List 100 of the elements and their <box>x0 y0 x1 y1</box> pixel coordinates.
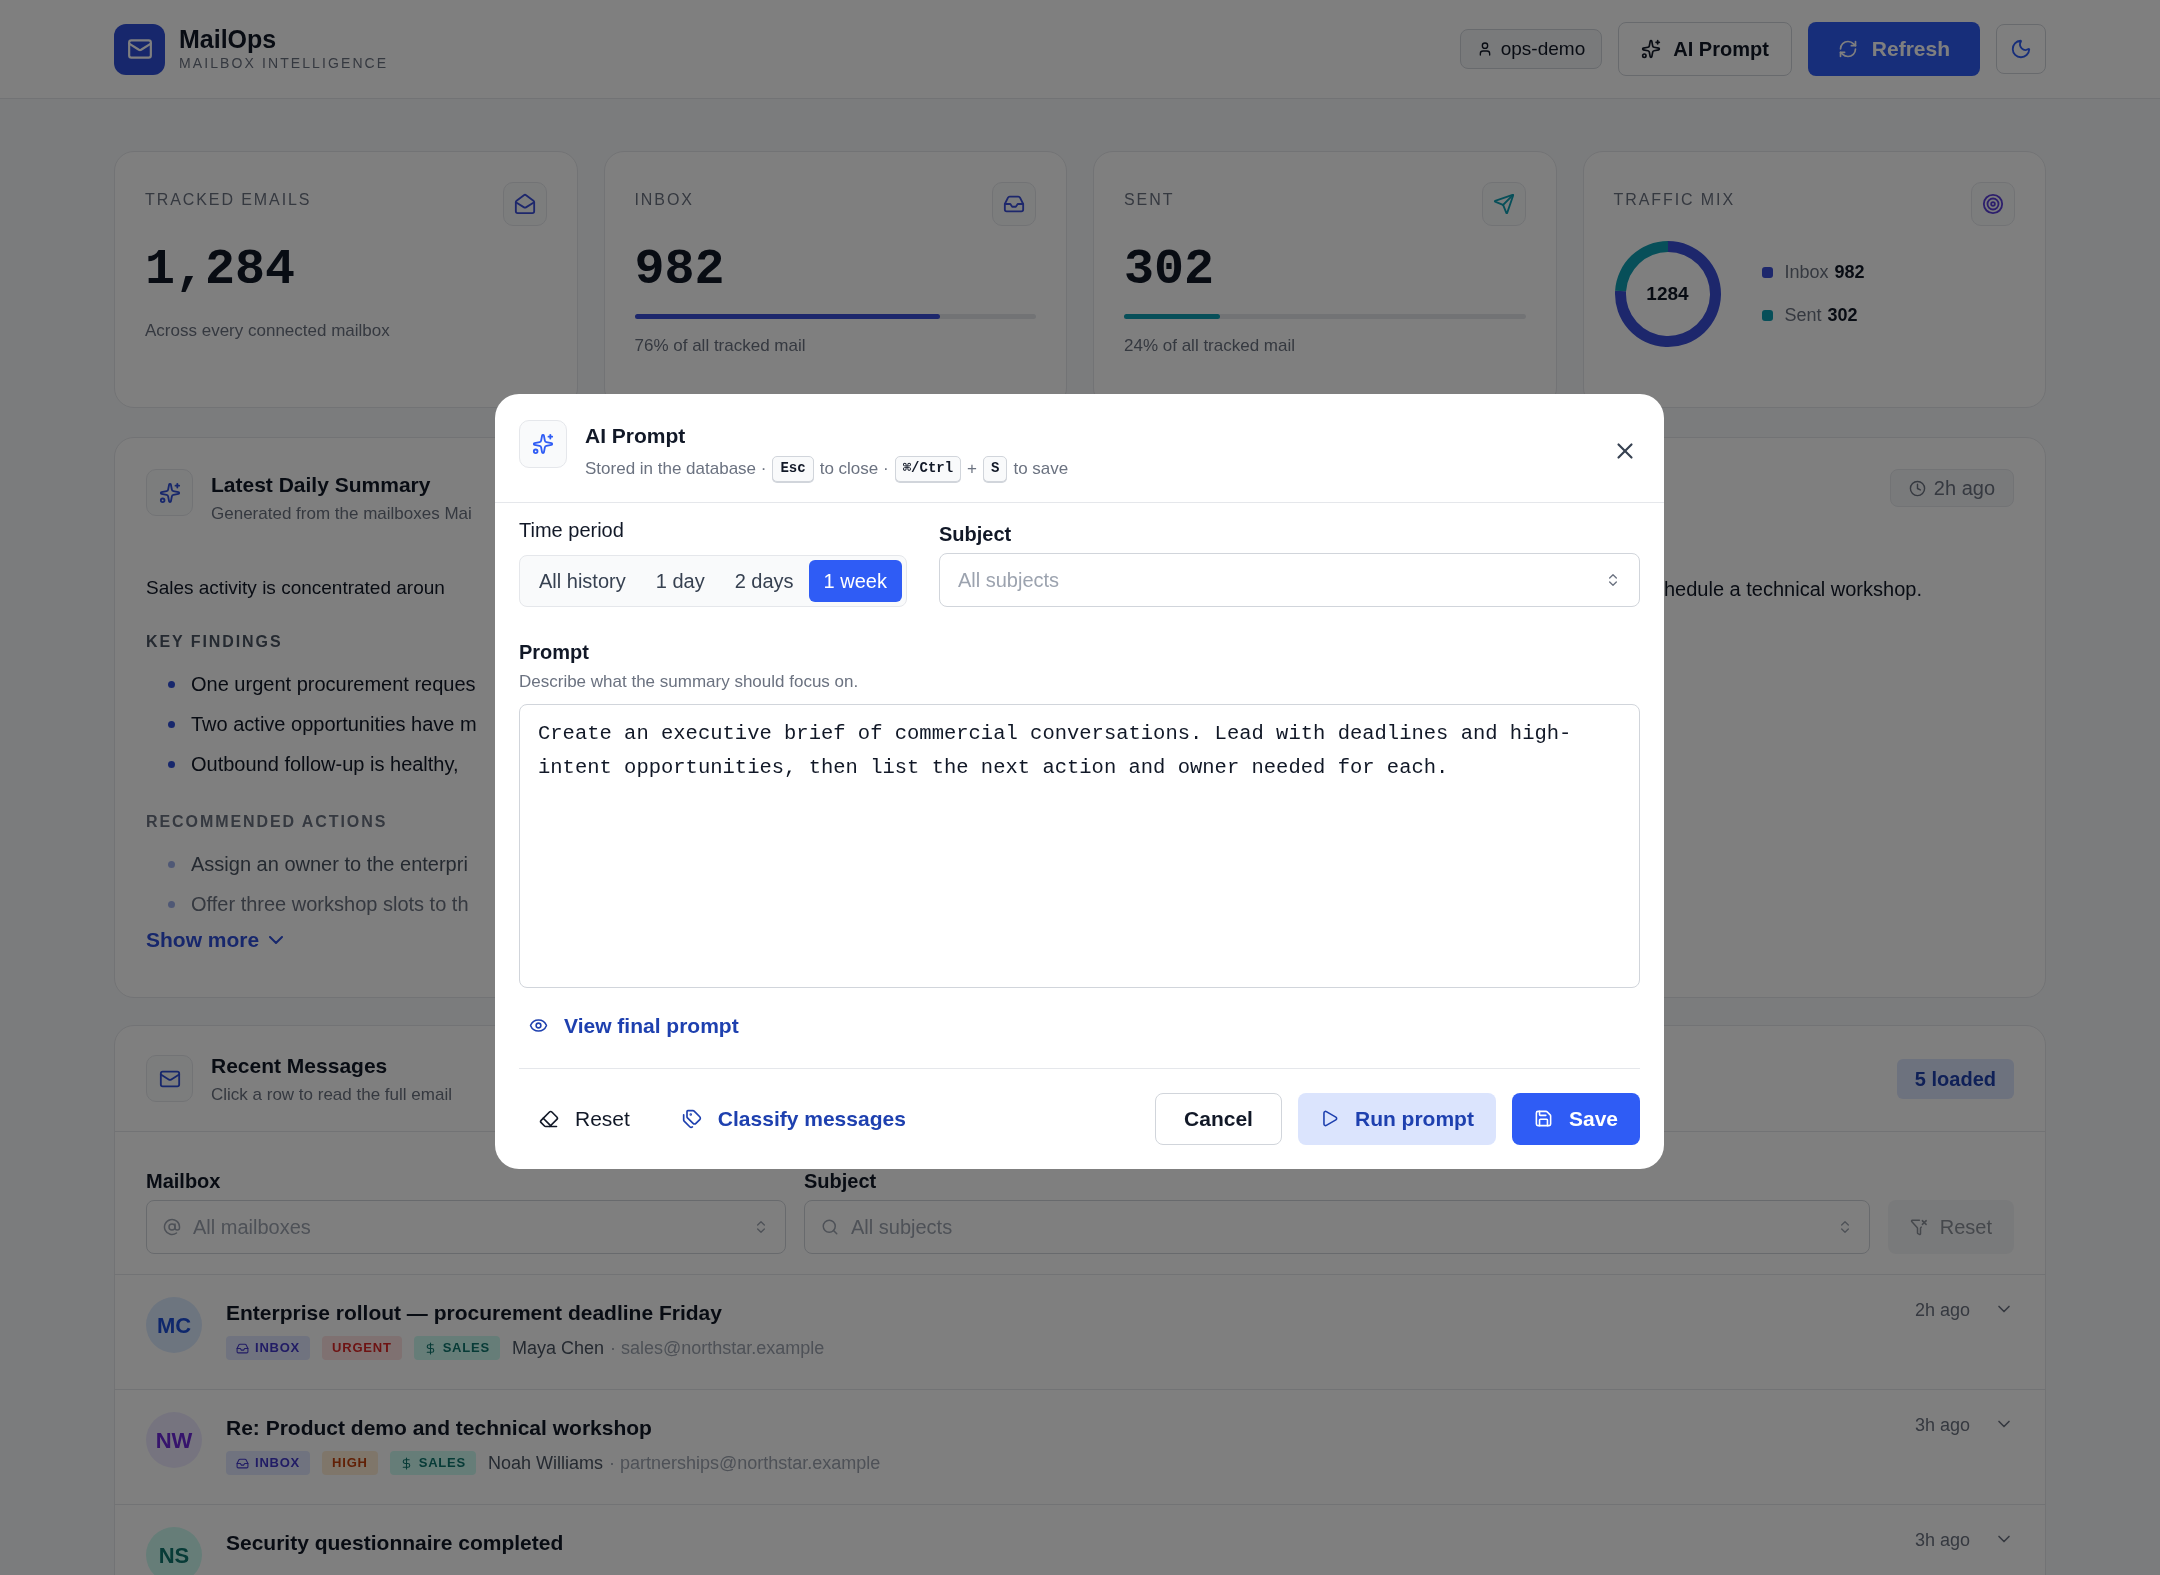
period-option[interactable]: 2 days <box>719 559 809 602</box>
field-hint: Describe what the summary should focus on. <box>519 670 860 693</box>
logo-icon <box>114 23 165 75</box>
user-chip[interactable]: ops-demo <box>1459 29 1603 69</box>
clock-icon <box>1908 479 1926 497</box>
show-more-link[interactable]: Show more <box>146 924 284 956</box>
summary-subtitle: Generated from the mailboxes Mai <box>211 502 472 525</box>
stat-label: TRAFFIC MIX <box>1613 190 1736 210</box>
message-subject: Security questionnaire completed <box>226 1530 564 1556</box>
legend-label: Inbox <box>1784 261 1829 284</box>
key-hint: ⌘/Ctrl <box>894 455 962 482</box>
chevron-icon <box>269 935 284 944</box>
key-hint: Esc <box>772 455 814 482</box>
moon-icon <box>2010 38 2032 60</box>
count-badge: 5 loaded <box>1896 1058 2014 1099</box>
summary-text: hedule a technical workshop. <box>1664 577 1923 602</box>
target-icon <box>1982 193 2004 215</box>
stat-caption: Across every connected mailbox <box>145 320 391 342</box>
ai-prompt-button[interactable]: AI Prompt <box>1618 22 1792 76</box>
refresh-button[interactable]: Refresh <box>1807 22 1980 76</box>
dialog-hint: + <box>967 457 978 480</box>
inbox-icon <box>236 1341 249 1355</box>
field-label: Subject <box>804 1169 878 1194</box>
stat-caption: 76% of all tracked mail <box>634 335 807 357</box>
reset-button[interactable]: Reset <box>519 1092 650 1145</box>
tag: SALES <box>389 1451 476 1475</box>
panel-subtitle: Click a row to read the full email <box>211 1083 452 1106</box>
dialog-title: AI Prompt <box>585 423 687 449</box>
legend-value: 302 <box>1827 304 1858 327</box>
legend-label: Sent <box>1784 304 1822 327</box>
tag: URGENT <box>322 1336 402 1360</box>
field-label: Subject <box>938 521 1013 547</box>
save-icon <box>1533 1109 1553 1128</box>
legend-swatch <box>1761 310 1773 321</box>
search-icon <box>821 1218 839 1236</box>
panel-title: Recent Messages <box>211 1053 389 1079</box>
summary-text: Sales activity is concentrated aroun <box>146 576 446 600</box>
brand-tagline: MAILBOX INTELLIGENCE <box>179 53 389 73</box>
run-prompt-button[interactable]: Run prompt <box>1297 1092 1496 1145</box>
stat-label: SENT <box>1124 190 1175 210</box>
stat-label: INBOX <box>634 190 694 210</box>
sparkles-icon <box>532 433 554 455</box>
tag: INBOX <box>226 1451 311 1475</box>
summary-title: Latest Daily Summary <box>211 472 432 498</box>
message-time: 3h ago <box>1914 1529 1970 1552</box>
tags-icon <box>681 1108 702 1129</box>
field-label: Prompt <box>519 639 590 665</box>
bullet-text: Assign an owner to the enterpri <box>191 852 468 877</box>
time-badge: 2h ago <box>1889 469 2014 507</box>
bullet-text: Offer three workshop slots to th <box>191 892 469 917</box>
avatar: NW <box>146 1412 202 1468</box>
tag: HIGH <box>322 1451 378 1475</box>
legend-value: 982 <box>1834 261 1865 284</box>
avatar: MC <box>146 1297 202 1353</box>
brand-name: MailOps <box>179 24 278 53</box>
refresh-icon <box>1837 39 1858 59</box>
dialog-hint: Stored in the database · <box>585 457 767 480</box>
stat-value: 1,284 <box>145 242 297 298</box>
tag: SALES <box>413 1336 500 1360</box>
eraser-icon <box>539 1108 559 1129</box>
bullet-text: One urgent procurement reques <box>191 672 476 697</box>
filter-off-icon <box>1909 1218 1928 1236</box>
section-heading: KEY FINDINGS <box>146 633 283 650</box>
inbox-icon <box>1003 193 1025 215</box>
bullet-text: Outbound follow-up is healthy, <box>191 752 459 777</box>
period-option[interactable]: 1 week <box>808 559 902 602</box>
key-hint: S <box>983 455 1008 482</box>
message-row[interactable]: NS Security questionnaire completed 3h ago <box>115 1504 2045 1575</box>
period-option[interactable]: 1 day <box>640 559 720 602</box>
bullet-text: Two active opportunities have m <box>191 712 477 737</box>
dialog-hint: to save <box>1013 457 1069 480</box>
message-subject: Enterprise rollout — procurement deadline Friday <box>226 1300 723 1326</box>
theme-toggle-button[interactable] <box>1996 24 2046 74</box>
at-sign-icon <box>163 1218 181 1236</box>
period-option[interactable]: All history <box>524 559 641 602</box>
stat-label: TRACKED EMAILS <box>145 190 312 210</box>
field-label: Time period <box>519 517 625 543</box>
tag: INBOX <box>226 1336 311 1360</box>
envelope-icon <box>513 193 536 215</box>
message-subject: Re: Product demo and technical workshop <box>226 1415 653 1441</box>
prompt-field[interactable]: Create an executive brief of commercial conversations. Lead with deadlines and high-intent opportunities, then list the next action and owner needed for each. <box>519 704 1640 988</box>
cancel-button[interactable]: Cancel <box>1155 1092 1282 1145</box>
field-label: Mailbox <box>146 1169 222 1194</box>
sender-name: Maya Chen <box>511 1336 604 1360</box>
sparkles-icon <box>1641 39 1662 59</box>
sender-name: Noah Williams <box>487 1451 603 1475</box>
view-final-prompt-link[interactable]: View final prompt <box>529 1010 739 1042</box>
section-heading: RECOMMENDED ACTIONS <box>146 813 388 830</box>
message-time: 3h ago <box>1914 1414 1970 1437</box>
sparkles-icon <box>158 481 181 504</box>
donut-total: 1284 <box>1646 281 1689 306</box>
classify-button[interactable]: Classify messages <box>661 1092 926 1145</box>
stat-value: 302 <box>1124 242 1215 298</box>
send-icon <box>1492 193 1515 215</box>
avatar: NS <box>146 1527 202 1575</box>
dialog-hint: to close · <box>819 457 889 480</box>
select-placeholder: All subjects <box>957 567 1060 593</box>
save-button[interactable]: Save <box>1511 1092 1640 1145</box>
inbox-icon <box>236 1456 249 1470</box>
legend-swatch <box>1761 267 1773 278</box>
